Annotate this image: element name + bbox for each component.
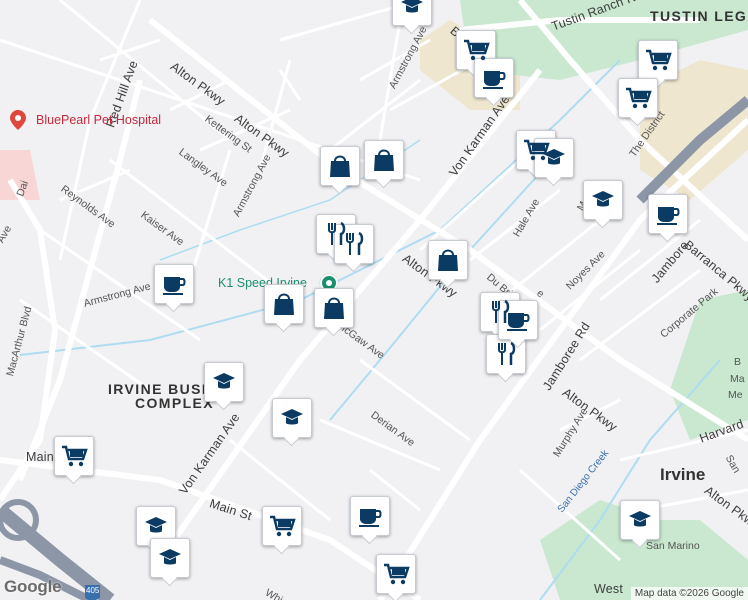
grocery-cart-icon bbox=[62, 445, 88, 467]
label-san-marino: San Marino bbox=[646, 540, 700, 552]
label-park-b: B bbox=[734, 356, 742, 368]
school-icon bbox=[213, 373, 235, 389]
shopping-bag-icon bbox=[324, 297, 344, 319]
bluepearl-marker[interactable] bbox=[10, 110, 26, 130]
pin-grocery-7[interactable] bbox=[376, 554, 416, 594]
pin-school-2[interactable] bbox=[534, 138, 574, 178]
grocery-cart-icon bbox=[626, 87, 652, 109]
shopping-bag-icon bbox=[438, 249, 458, 271]
coffee-cup-icon bbox=[483, 71, 506, 89]
grocery-cart-icon bbox=[384, 563, 410, 585]
shopping-bag-icon bbox=[274, 293, 294, 315]
label-highway-405: 405 bbox=[86, 586, 100, 595]
pin-shopping-5[interactable] bbox=[314, 288, 354, 328]
school-icon bbox=[401, 0, 423, 13]
pin-school-5[interactable] bbox=[272, 398, 312, 438]
pin-restaurant-2[interactable] bbox=[334, 224, 374, 264]
pin-shopping-3[interactable] bbox=[428, 240, 468, 280]
pin-grocery-5[interactable] bbox=[54, 436, 94, 476]
school-icon bbox=[592, 191, 614, 207]
grocery-cart-icon bbox=[646, 49, 672, 71]
coffee-cup-icon bbox=[507, 313, 530, 331]
label-park-me: Me bbox=[728, 389, 743, 401]
label-bluepearl[interactable]: BluePearl Pet Hospital bbox=[36, 113, 161, 127]
pin-school-8[interactable] bbox=[620, 500, 660, 540]
pin-cafe-1[interactable] bbox=[474, 58, 514, 98]
pin-cafe-4[interactable] bbox=[498, 300, 538, 340]
map-canvas[interactable]: Tustin Ranch Rd TUSTIN LEGAC Alton Pkwy … bbox=[0, 0, 748, 600]
school-icon bbox=[543, 149, 565, 165]
pin-shopping-1[interactable] bbox=[320, 146, 360, 186]
pin-grocery-6[interactable] bbox=[262, 506, 302, 546]
school-icon bbox=[629, 511, 651, 527]
label-irvine: Irvine bbox=[660, 465, 706, 484]
coffee-cup-icon bbox=[359, 509, 382, 527]
label-irvine-business-complex-2: COMPLEX bbox=[135, 395, 215, 411]
shopping-bag-icon bbox=[330, 155, 350, 177]
school-icon bbox=[145, 517, 167, 533]
pin-grocery-2[interactable] bbox=[638, 40, 678, 80]
pin-shopping-2[interactable] bbox=[364, 140, 404, 180]
label-west: West bbox=[594, 582, 624, 596]
pin-grocery-3[interactable] bbox=[618, 78, 658, 118]
fork-knife-icon bbox=[498, 341, 516, 365]
fork-knife-icon bbox=[346, 231, 364, 255]
map-attribution[interactable]: Map data ©2026 Google bbox=[630, 587, 748, 600]
label-main-st-w: Main bbox=[26, 450, 54, 464]
grocery-cart-icon bbox=[270, 515, 296, 537]
label-park-ma: Ma bbox=[730, 373, 745, 385]
coffee-cup-icon bbox=[163, 277, 186, 295]
google-logo[interactable]: Google bbox=[4, 577, 62, 597]
label-tustin-legacy: TUSTIN LEGAC bbox=[650, 8, 748, 24]
school-icon bbox=[281, 409, 303, 425]
pin-school-7[interactable] bbox=[150, 538, 190, 578]
pin-shopping-4[interactable] bbox=[264, 284, 304, 324]
pin-school-3[interactable] bbox=[583, 180, 623, 220]
school-icon bbox=[159, 549, 181, 565]
pin-school-1[interactable] bbox=[392, 0, 432, 26]
shopping-bag-icon bbox=[374, 149, 394, 171]
coffee-cup-icon bbox=[657, 207, 680, 225]
pin-school-4[interactable] bbox=[204, 362, 244, 402]
pin-cafe-3[interactable] bbox=[154, 264, 194, 304]
pin-cafe-5[interactable] bbox=[350, 496, 390, 536]
pin-cafe-2[interactable] bbox=[648, 194, 688, 234]
grocery-cart-icon bbox=[464, 39, 490, 61]
